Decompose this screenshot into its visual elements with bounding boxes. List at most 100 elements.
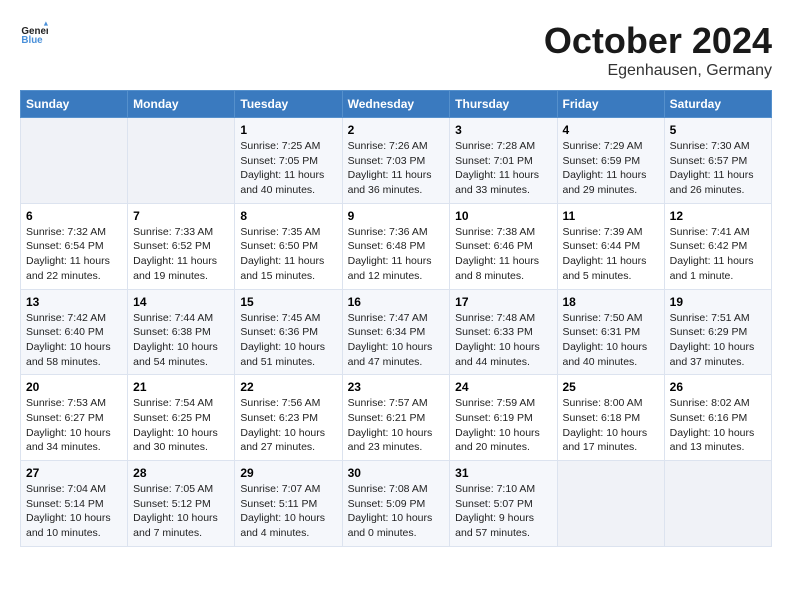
day-number: 7	[133, 209, 229, 223]
day-number: 11	[563, 209, 659, 223]
day-info: Sunrise: 7:44 AMSunset: 6:38 PMDaylight:…	[133, 311, 229, 370]
day-info: Sunrise: 7:48 AMSunset: 6:33 PMDaylight:…	[455, 311, 551, 370]
calendar-cell: 29Sunrise: 7:07 AMSunset: 5:11 PMDayligh…	[235, 461, 342, 547]
day-number: 9	[348, 209, 445, 223]
calendar-cell: 31 Sunrise: 7:10 AMSunset: 5:07 PMDayligh…	[450, 461, 557, 547]
day-info: Sunrise: 7:26 AMSunset: 7:03 PMDaylight:…	[348, 139, 445, 198]
day-info: Sunrise: 8:00 AMSunset: 6:18 PMDaylight:…	[563, 396, 659, 455]
calendar-cell: 21Sunrise: 7:54 AMSunset: 6:25 PMDayligh…	[128, 375, 235, 461]
calendar-cell: 16Sunrise: 7:47 AMSunset: 6:34 PMDayligh…	[342, 289, 450, 375]
calendar-cell	[664, 461, 771, 547]
day-number: 19	[670, 295, 766, 309]
day-number: 16	[348, 295, 445, 309]
day-info: Sunrise: 7:10 AMSunset: 5:07 PMDaylight:…	[455, 482, 551, 541]
calendar-cell: 4 Sunrise: 7:29 AMSunset: 6:59 PMDaylight…	[557, 118, 664, 204]
day-info: Sunrise: 7:57 AMSunset: 6:21 PMDaylight:…	[348, 396, 445, 455]
day-info: Sunrise: 7:32 AMSunset: 6:54 PMDaylight:…	[26, 225, 122, 284]
day-info: Sunrise: 7:56 AMSunset: 6:23 PMDaylight:…	[240, 396, 336, 455]
calendar-cell: 3 Sunrise: 7:28 AMSunset: 7:01 PMDaylight…	[450, 118, 557, 204]
weekday-header-row: SundayMondayTuesdayWednesdayThursdayFrid…	[21, 91, 772, 118]
weekday-header-friday: Friday	[557, 91, 664, 118]
calendar-cell: 22 Sunrise: 7:56 AMSunset: 6:23 PMDayligh…	[235, 375, 342, 461]
day-info: Sunrise: 7:08 AMSunset: 5:09 PMDaylight:…	[348, 482, 445, 541]
day-info: Sunrise: 7:59 AMSunset: 6:19 PMDaylight:…	[455, 396, 551, 455]
day-number: 4	[563, 123, 659, 137]
day-number: 3	[455, 123, 551, 137]
day-info: Sunrise: 7:53 AMSunset: 6:27 PMDaylight:…	[26, 396, 122, 455]
calendar-cell: 2 Sunrise: 7:26 AMSunset: 7:03 PMDaylight…	[342, 118, 450, 204]
calendar-cell: 1Sunrise: 7:25 AMSunset: 7:05 PMDaylight…	[235, 118, 342, 204]
calendar-cell: 14 Sunrise: 7:44 AMSunset: 6:38 PMDayligh…	[128, 289, 235, 375]
day-info: Sunrise: 7:50 AMSunset: 6:31 PMDaylight:…	[563, 311, 659, 370]
day-number: 12	[670, 209, 766, 223]
calendar-cell: 8 Sunrise: 7:35 AMSunset: 6:50 PMDaylight…	[235, 203, 342, 289]
calendar-cell	[557, 461, 664, 547]
day-info: Sunrise: 7:05 AMSunset: 5:12 PMDaylight:…	[133, 482, 229, 541]
day-number: 2	[348, 123, 445, 137]
calendar-cell: 18 Sunrise: 7:50 AMSunset: 6:31 PMDayligh…	[557, 289, 664, 375]
day-info: Sunrise: 7:30 AMSunset: 6:57 PMDaylight:…	[670, 139, 766, 198]
calendar-cell: 26 Sunrise: 8:02 AMSunset: 6:16 PMDayligh…	[664, 375, 771, 461]
day-info: Sunrise: 7:07 AMSunset: 5:11 PMDaylight:…	[240, 482, 336, 541]
day-info: Sunrise: 7:04 AMSunset: 5:14 PMDaylight:…	[26, 482, 122, 541]
day-number: 15	[240, 295, 336, 309]
calendar-cell: 15 Sunrise: 7:45 AMSunset: 6:36 PMDayligh…	[235, 289, 342, 375]
title-block: October 2024 Egenhausen, Germany	[544, 20, 772, 80]
calendar-cell: 17 Sunrise: 7:48 AMSunset: 6:33 PMDayligh…	[450, 289, 557, 375]
day-number: 5	[670, 123, 766, 137]
day-number: 17	[455, 295, 551, 309]
calendar-cell: 6Sunrise: 7:32 AMSunset: 6:54 PMDaylight…	[21, 203, 128, 289]
calendar-cell: 12Sunrise: 7:41 AMSunset: 6:42 PMDayligh…	[664, 203, 771, 289]
calendar-cell: 11 Sunrise: 7:39 AMSunset: 6:44 PMDayligh…	[557, 203, 664, 289]
weekday-header-thursday: Thursday	[450, 91, 557, 118]
day-number: 24	[455, 380, 551, 394]
calendar-week-row: 20 Sunrise: 7:53 AMSunset: 6:27 PMDayligh…	[21, 375, 772, 461]
calendar-week-row: 13 Sunrise: 7:42 AMSunset: 6:40 PMDayligh…	[21, 289, 772, 375]
weekday-header-monday: Monday	[128, 91, 235, 118]
day-number: 21	[133, 380, 229, 394]
day-number: 14	[133, 295, 229, 309]
day-number: 31	[455, 466, 551, 480]
day-number: 13	[26, 295, 122, 309]
day-number: 26	[670, 380, 766, 394]
calendar-cell: 10Sunrise: 7:38 AMSunset: 6:46 PMDayligh…	[450, 203, 557, 289]
day-number: 20	[26, 380, 122, 394]
day-info: Sunrise: 7:28 AMSunset: 7:01 PMDaylight:…	[455, 139, 551, 198]
calendar-cell	[128, 118, 235, 204]
day-info: Sunrise: 7:42 AMSunset: 6:40 PMDaylight:…	[26, 311, 122, 370]
day-number: 25	[563, 380, 659, 394]
logo: General Blue	[20, 20, 48, 48]
calendar-cell: 25 Sunrise: 8:00 AMSunset: 6:18 PMDayligh…	[557, 375, 664, 461]
day-number: 22	[240, 380, 336, 394]
location: Egenhausen, Germany	[544, 62, 772, 80]
day-info: Sunrise: 7:36 AMSunset: 6:48 PMDaylight:…	[348, 225, 445, 284]
calendar-cell: 13 Sunrise: 7:42 AMSunset: 6:40 PMDayligh…	[21, 289, 128, 375]
svg-text:Blue: Blue	[21, 35, 43, 46]
calendar-cell: 27 Sunrise: 7:04 AMSunset: 5:14 PMDayligh…	[21, 461, 128, 547]
day-info: Sunrise: 7:38 AMSunset: 6:46 PMDaylight:…	[455, 225, 551, 284]
day-number: 18	[563, 295, 659, 309]
day-info: Sunrise: 7:39 AMSunset: 6:44 PMDaylight:…	[563, 225, 659, 284]
calendar-cell: 28 Sunrise: 7:05 AMSunset: 5:12 PMDayligh…	[128, 461, 235, 547]
day-number: 30	[348, 466, 445, 480]
calendar-cell	[21, 118, 128, 204]
weekday-header-wednesday: Wednesday	[342, 91, 450, 118]
day-info: Sunrise: 7:51 AMSunset: 6:29 PMDaylight:…	[670, 311, 766, 370]
calendar-week-row: 6Sunrise: 7:32 AMSunset: 6:54 PMDaylight…	[21, 203, 772, 289]
calendar-cell: 9 Sunrise: 7:36 AMSunset: 6:48 PMDaylight…	[342, 203, 450, 289]
day-info: Sunrise: 7:35 AMSunset: 6:50 PMDaylight:…	[240, 225, 336, 284]
logo-icon: General Blue	[20, 20, 48, 48]
day-number: 8	[240, 209, 336, 223]
calendar-cell: 5 Sunrise: 7:30 AMSunset: 6:57 PMDaylight…	[664, 118, 771, 204]
day-info: Sunrise: 8:02 AMSunset: 6:16 PMDaylight:…	[670, 396, 766, 455]
day-info: Sunrise: 7:45 AMSunset: 6:36 PMDaylight:…	[240, 311, 336, 370]
calendar-cell: 19 Sunrise: 7:51 AMSunset: 6:29 PMDayligh…	[664, 289, 771, 375]
day-number: 27	[26, 466, 122, 480]
page-header: General Blue October 2024 Egenhausen, Ge…	[20, 20, 772, 80]
calendar-week-row: 27 Sunrise: 7:04 AMSunset: 5:14 PMDayligh…	[21, 461, 772, 547]
month-title: October 2024	[544, 20, 772, 62]
day-number: 23	[348, 380, 445, 394]
day-number: 28	[133, 466, 229, 480]
calendar-cell: 20 Sunrise: 7:53 AMSunset: 6:27 PMDayligh…	[21, 375, 128, 461]
day-info: Sunrise: 7:29 AMSunset: 6:59 PMDaylight:…	[563, 139, 659, 198]
